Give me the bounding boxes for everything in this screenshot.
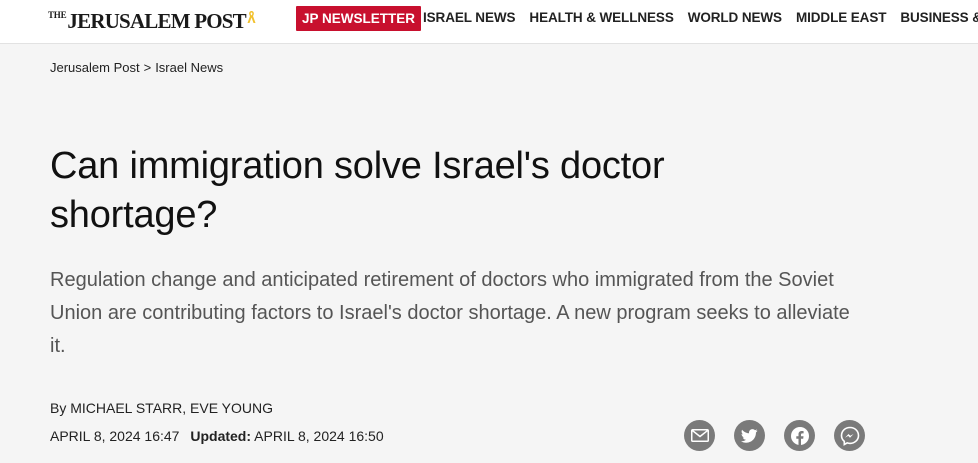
byline: By MICHAEL STARR, EVE YOUNG [50,400,273,416]
article-subtitle: Regulation change and anticipated retire… [50,269,850,357]
share-buttons [684,420,865,451]
main-nav: ISRAEL NEWS HEALTH & WELLNESS WORLD NEWS… [423,10,978,26]
breadcrumb: Jerusalem Post > Israel News [50,60,223,75]
facebook-share-button[interactable] [784,420,815,451]
messenger-share-button[interactable] [834,420,865,451]
facebook-icon [790,426,810,446]
messenger-icon [840,426,860,446]
yellow-ribbon-icon [247,10,256,29]
twitter-icon [741,428,758,443]
article-dates: APRIL 8, 2024 16:47 Updated: APRIL 8, 20… [50,428,384,444]
article-title: Can immigration solve Israel's doctor sh… [50,145,665,236]
breadcrumb-home-link[interactable]: Jerusalem Post [50,60,140,75]
logo-name: JERUSALEM POST [67,9,246,33]
breadcrumb-separator: > [143,60,152,75]
logo-the: THE [48,10,67,20]
published-date: APRIL 8, 2024 16:47 [50,428,180,444]
twitter-share-button[interactable] [734,420,765,451]
email-icon [690,429,709,442]
newsletter-button[interactable]: JP NEWSLETTER [296,6,422,31]
email-share-button[interactable] [684,420,715,451]
author-links[interactable]: MICHAEL STARR, EVE YOUNG [70,400,273,416]
site-logo[interactable]: THE JERUSALEM POST [48,6,256,32]
updated-label: Updated: [190,428,252,444]
nav-item-israel-news[interactable]: ISRAEL NEWS [423,10,516,26]
nav-item-middle-east[interactable]: MIDDLE EAST [796,10,887,26]
nav-item-health-wellness[interactable]: HEALTH & WELLNESS [529,10,673,26]
nav-item-world-news[interactable]: WORLD NEWS [688,10,782,26]
breadcrumb-section-link[interactable]: Israel News [155,60,223,75]
updated-date: APRIL 8, 2024 16:50 [254,428,384,444]
byline-prefix: By [50,400,67,416]
nav-item-business-innovation[interactable]: BUSINESS & INNOVATION [900,10,978,26]
top-navigation-bar: THE JERUSALEM POST JP NEWSLETTER ISRAEL … [0,0,978,44]
